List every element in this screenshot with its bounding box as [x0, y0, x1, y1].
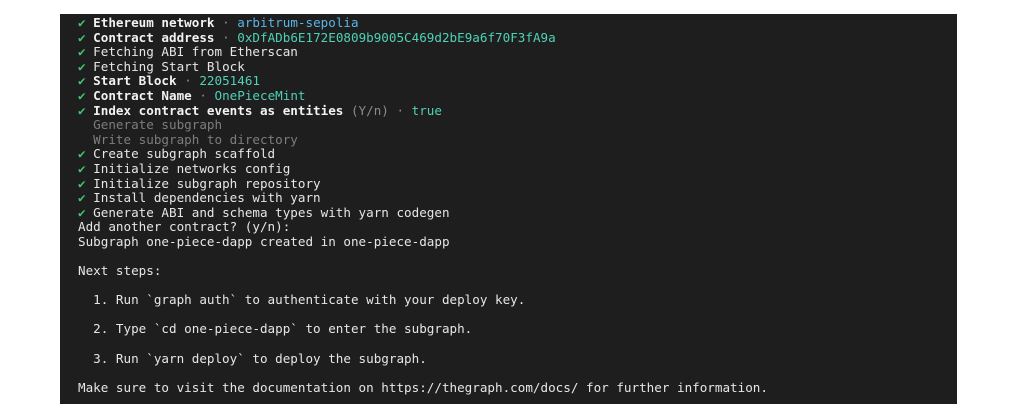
init-networks-text: Initialize networks config	[93, 160, 291, 176]
separator: ·	[214, 29, 238, 45]
terminal-line-created: Subgraph one-piece-dapp created in one-p…	[78, 233, 450, 249]
check-icon: ✔	[78, 73, 94, 89]
terminal-line-contract-name: ✔ Contract Name · OnePieceMint	[78, 87, 957, 104]
start-block-value: 22051461	[199, 73, 260, 89]
terminal-line-index-events: ✔ Index contract events as entities (Y/n…	[78, 102, 957, 119]
network-value: arbitrum-sepolia	[237, 15, 359, 30]
terminal-line-visit-docs: Make sure to visit the documentation on …	[78, 379, 768, 395]
terminal-line-install-deps: ✔ Install dependencies with yarn	[78, 190, 957, 206]
terminal-line-fetch-abi: ✔ Fetching ABI from Etherscan	[78, 44, 957, 60]
address-label: Contract address	[93, 29, 215, 45]
check-icon: ✔	[78, 58, 94, 74]
terminal-line-generate-subgraph: Generate subgraph	[78, 117, 957, 133]
terminal-line-init-repo: ✔ Initialize subgraph repository	[78, 175, 957, 192]
install-deps-text: Install dependencies with yarn	[93, 190, 321, 206]
index-events-label: Index contract events as entities	[93, 102, 344, 118]
terminal-line-start-block: ✔ Start Block · 22051461	[78, 74, 957, 89]
terminal-window[interactable]: ✔ Ethereum network · arbitrum-sepolia ✔ …	[60, 14, 957, 404]
fetch-abi-text: Fetching ABI from Etherscan	[93, 44, 298, 60]
check-icon: ✔	[78, 204, 94, 220]
init-repo-text: Initialize subgraph repository	[93, 175, 321, 191]
contract-name-value: OnePieceMint	[214, 87, 306, 103]
check-icon: ✔	[78, 146, 94, 162]
check-icon: ✔	[78, 160, 94, 176]
start-block-label: Start Block	[93, 73, 177, 89]
terminal-line-step-1: 1. Run `graph auth` to authenticate with…	[78, 292, 526, 308]
terminal-line-network: ✔ Ethereum network · arbitrum-sepolia	[78, 15, 957, 31]
network-label: Ethereum network	[93, 15, 215, 30]
check-icon: ✔	[78, 44, 94, 60]
terminal-line-add-another: Add another contract? (y/n):	[78, 219, 291, 235]
check-icon: ✔	[78, 87, 94, 103]
check-icon: ✔	[78, 29, 94, 45]
separator: ·	[214, 15, 238, 30]
terminal-line-fetch-start: ✔ Fetching Start Block	[78, 58, 957, 75]
terminal-line-step-3: 3. Run `yarn deploy` to deploy the subgr…	[78, 350, 427, 366]
terminal-line-address: ✔ Contract address · 0xDfADb6E172E0809b9…	[78, 29, 957, 46]
address-value: 0xDfADb6E172E0809b9005C469d2bE9a6f70F3fA…	[237, 29, 556, 45]
index-events-hint: (Y/n) ·	[343, 102, 412, 118]
terminal-line-init-networks: ✔ Initialize networks config	[78, 160, 957, 177]
write-subgraph-text: Write subgraph to directory	[93, 131, 298, 147]
check-icon: ✔	[78, 15, 94, 30]
terminal-line-step-2: 2. Type `cd one-piece-dapp` to enter the…	[78, 321, 473, 337]
contract-name-label: Contract Name	[93, 87, 192, 103]
terminal-line-next-steps: Next steps:	[78, 263, 162, 279]
terminal-line-write-subgraph: Write subgraph to directory	[78, 131, 957, 148]
separator: ·	[176, 73, 200, 89]
create-scaffold-text: Create subgraph scaffold	[93, 146, 276, 162]
terminal-line-gen-abi: ✔ Generate ABI and schema types with yar…	[78, 204, 957, 221]
fetch-start-text: Fetching Start Block	[93, 58, 245, 74]
gen-abi-text: Generate ABI and schema types with yarn …	[93, 204, 450, 220]
check-icon: ✔	[78, 190, 94, 206]
index-events-value: true	[411, 102, 442, 118]
terminal-line-create-scaffold: ✔ Create subgraph scaffold	[78, 147, 957, 162]
check-icon: ✔	[78, 102, 94, 118]
generate-subgraph-text: Generate subgraph	[93, 117, 223, 133]
separator: ·	[191, 87, 215, 103]
check-icon: ✔	[78, 175, 94, 191]
